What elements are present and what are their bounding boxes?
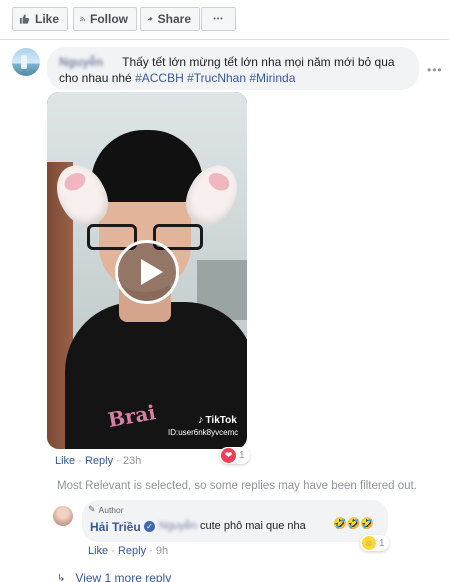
- thumbs-up-icon: [19, 14, 30, 24]
- share-button[interactable]: Share: [140, 7, 200, 31]
- follow-button[interactable]: Follow: [73, 7, 137, 31]
- tiktok-watermark-text: TikTok: [205, 414, 237, 426]
- reply-like-link[interactable]: Like: [88, 545, 108, 557]
- heart-icon: ❤: [221, 448, 236, 463]
- like-button[interactable]: Like: [12, 7, 68, 31]
- comment-bubble: Nguyễn Thấy tết lớn mừng tết lớn nha mọi…: [47, 47, 419, 90]
- verified-icon: ✓: [144, 521, 155, 532]
- post-action-bar: Like Follow Share •••: [0, 0, 449, 40]
- author-badge: ✎ Author: [88, 504, 124, 515]
- reply-author-name[interactable]: Hải Triều: [90, 520, 141, 534]
- like-button-label: Like: [34, 12, 59, 26]
- comment-reaction-count: 1: [239, 450, 245, 461]
- pencil-icon: ✎: [88, 504, 96, 514]
- more-dots-icon: •••: [213, 15, 224, 23]
- comment-hashtags[interactable]: #ACCBH #TrucNhan #Mirinda: [135, 71, 295, 85]
- reply-text: Nguyễn cute phô mai que nha: [159, 520, 306, 532]
- commenter-avatar[interactable]: [12, 48, 40, 76]
- reply-arrow-icon: ↳: [57, 572, 66, 582]
- reply-author-avatar[interactable]: [53, 506, 73, 526]
- comment-timestamp[interactable]: 23h: [123, 455, 141, 467]
- separator-dot: ·: [149, 545, 156, 557]
- tiktok-watermark: ♪ TikTok: [198, 414, 237, 426]
- view-more-replies-link[interactable]: ↳ View 1 more reply: [57, 571, 171, 582]
- video-attachment[interactable]: Brai ♪ TikTok ID:user6nk8yvcemc: [47, 92, 247, 449]
- author-badge-label: Author: [98, 504, 124, 515]
- comment-like-link[interactable]: Like: [55, 455, 75, 467]
- comment-options-icon[interactable]: •••: [427, 63, 443, 77]
- reply-reaction-count: 1: [379, 537, 385, 549]
- separator-dot: ·: [116, 455, 123, 467]
- tiktok-user-id: ID:user6nk8yvcemc: [168, 428, 239, 437]
- share-arrow-icon: [147, 16, 153, 22]
- reply-meta: Like · Reply · 9h: [88, 545, 168, 557]
- reply-body: cute phô mai que nha: [199, 520, 306, 532]
- more-options-button[interactable]: •••: [201, 7, 236, 31]
- comment-reactions[interactable]: ❤ 1: [219, 447, 250, 464]
- follow-button-label: Follow: [90, 12, 128, 26]
- view-more-label: View 1 more reply: [75, 571, 172, 582]
- comment-meta: Like · Reply · 23h: [55, 455, 141, 467]
- reply-reactions[interactable]: ☺ 1: [360, 535, 389, 551]
- share-button-label: Share: [157, 12, 191, 26]
- reply-mention[interactable]: Nguyễn: [159, 520, 197, 532]
- reply-reply-link[interactable]: Reply: [118, 545, 146, 557]
- separator-dot: ·: [78, 455, 85, 467]
- comment-reply-link[interactable]: Reply: [85, 455, 113, 467]
- rss-icon: [80, 16, 85, 22]
- play-button-icon[interactable]: [115, 240, 179, 304]
- haha-icon: ☺: [362, 536, 376, 550]
- filter-notice: Most Relevant is selected, so some repli…: [57, 480, 417, 492]
- rofl-emoji-icon: 🤣🤣🤣: [333, 518, 375, 530]
- separator-dot: ·: [111, 545, 118, 557]
- comment-author-name[interactable]: Nguyễn: [59, 54, 119, 70]
- tiktok-note-icon: ♪: [198, 414, 204, 426]
- reply-timestamp[interactable]: 9h: [156, 545, 168, 557]
